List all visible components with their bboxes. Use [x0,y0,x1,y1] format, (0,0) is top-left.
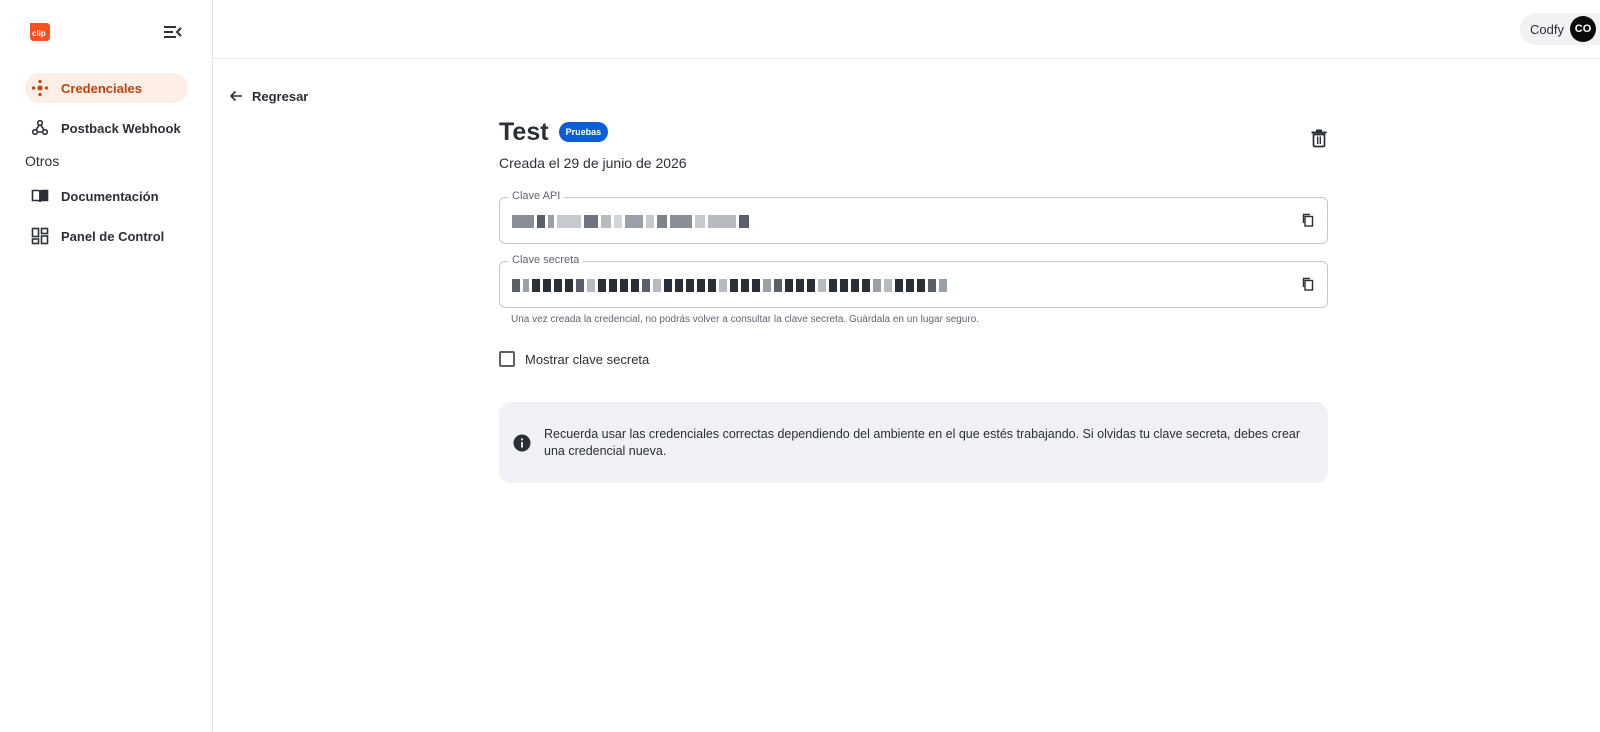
sidebar: clip Credenciales Postback Webhook Otros… [0,0,213,732]
api-key-value-masked [512,214,752,228]
webhook-icon [31,119,49,137]
title-row: Test Pruebas [499,116,1328,148]
environment-badge: Pruebas [558,122,609,142]
dashboard-icon [31,227,49,245]
show-secret-toggle[interactable]: Mostrar clave secreta [499,351,1328,367]
page-title: Test [499,117,549,146]
sidebar-nav: Credenciales Postback Webhook Otros Docu… [25,73,188,261]
secret-key-value-masked [512,278,950,292]
info-notice: Recuerda usar las credenciales correctas… [499,402,1328,483]
user-name: Codfy [1530,21,1564,37]
secret-key-field[interactable]: Clave secreta [499,254,1328,308]
app-root: clip Credenciales Postback Webhook Otros… [0,0,1600,732]
clip-logo[interactable]: clip [26,19,52,45]
secret-key-helper-text: Una vez creada la credencial, no podrás … [511,314,980,325]
credential-detail: Test Pruebas Creada el 29 de junio de 20… [499,116,1328,483]
back-button[interactable]: Regresar [228,88,308,104]
collapse-menu-icon[interactable] [162,22,184,42]
api-key-field[interactable]: Clave API [499,190,1328,244]
info-text: Recuerda usar las credenciales correctas… [544,427,1301,458]
credentials-icon [31,79,49,97]
sidebar-section-otros: Otros [25,153,60,169]
arrow-left-icon [228,88,244,104]
show-secret-label: Mostrar clave secreta [525,351,650,367]
top-bar: Codfy CO [213,0,1600,59]
logo-text: clip [32,29,46,38]
copy-icon[interactable] [1301,277,1315,291]
api-key-label: Clave API [508,190,565,202]
sidebar-item-label: Postback Webhook [61,120,181,136]
back-label: Regresar [252,88,309,104]
sidebar-item-label: Panel de Control [61,228,165,244]
copy-icon[interactable] [1301,213,1315,227]
user-menu[interactable]: Codfy CO [1520,13,1600,45]
secret-key-label: Clave secreta [508,254,584,266]
show-secret-checkbox[interactable] [499,351,515,367]
book-icon [31,187,49,205]
sidebar-item-panel-de-control[interactable]: Panel de Control [25,221,188,251]
sidebar-item-postback-webhook[interactable]: Postback Webhook [25,113,188,143]
sidebar-item-label: Credenciales [61,80,142,96]
info-icon [513,434,531,452]
delete-icon[interactable] [1310,128,1328,148]
sidebar-item-credenciales[interactable]: Credenciales [25,73,188,103]
avatar: CO [1570,16,1596,42]
sidebar-item-label: Documentación [61,188,159,204]
sidebar-item-documentacion[interactable]: Documentación [25,181,188,211]
created-date: Creada el 29 de junio de 2026 [499,155,687,171]
